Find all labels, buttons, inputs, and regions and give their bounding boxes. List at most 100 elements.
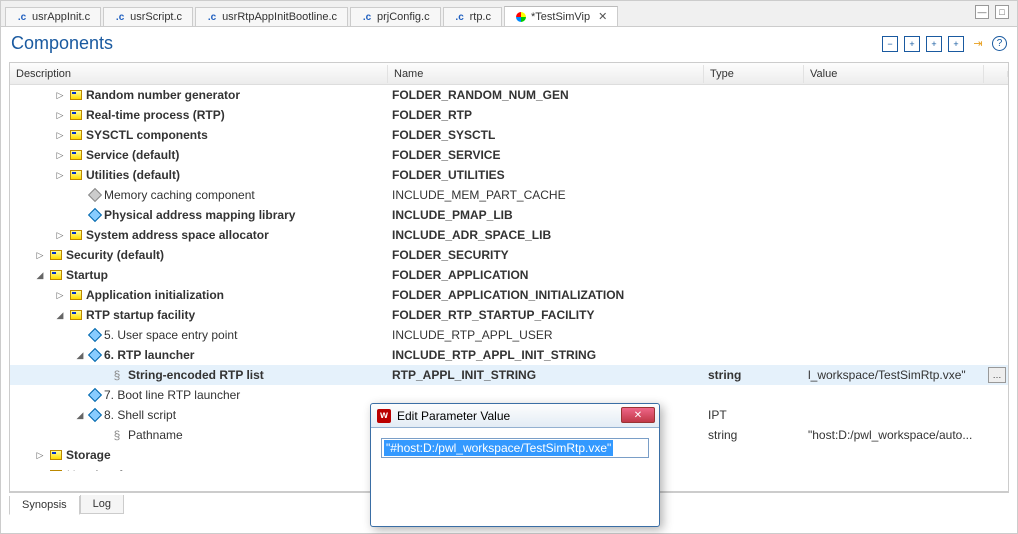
tab-label: rtp.c: [470, 11, 491, 23]
expand-button-1[interactable]: +: [904, 36, 920, 52]
cell-value: [804, 274, 984, 276]
tab-label: usrAppInit.c: [32, 11, 90, 23]
maximize-button[interactable]: □: [995, 5, 1009, 19]
expand-toggle[interactable]: ◢: [34, 270, 46, 281]
expand-button-2[interactable]: +: [926, 36, 942, 52]
row-description-label: Startup: [66, 268, 108, 282]
cell-name: INCLUDE_ADR_SPACE_LIB: [388, 227, 704, 243]
tab-label: usrRtpAppInitBootline.c: [222, 11, 337, 23]
dialog-close-button[interactable]: ✕: [621, 407, 655, 423]
tab-usrrtpappinitbootline[interactable]: .c usrRtpAppInitBootline.c: [195, 7, 348, 26]
expand-toggle[interactable]: ▷: [54, 130, 66, 141]
cell-description: ▷SYSCTL components: [10, 127, 388, 143]
expand-toggle[interactable]: ▷: [54, 230, 66, 241]
expand-toggle[interactable]: ▷: [54, 170, 66, 181]
expand-toggle[interactable]: ▷: [54, 150, 66, 161]
tab-usrscript[interactable]: .c usrScript.c: [103, 7, 193, 26]
expand-toggle[interactable]: ▷: [34, 250, 46, 261]
col-name[interactable]: Name: [388, 65, 704, 83]
parameter-icon: §: [110, 368, 124, 382]
component-icon: [88, 408, 102, 422]
cell-name: FOLDER_RTP_STARTUP_FACILITY: [388, 307, 704, 323]
table-row[interactable]: Physical address mapping libraryINCLUDE_…: [10, 205, 1008, 225]
cell-action: [984, 174, 1008, 176]
filter-button[interactable]: ⇥: [970, 36, 986, 52]
expand-toggle[interactable]: ▷: [54, 290, 66, 301]
table-row[interactable]: ▷ Random number generator FOLDER_RANDOM_NU…: [10, 85, 1008, 105]
cell-description: ◢ Startup: [10, 267, 388, 283]
cell-description: 5. User space entry point: [10, 327, 388, 343]
expand-toggle[interactable]: ◢: [74, 350, 86, 361]
folder-icon: [70, 290, 82, 300]
tab-label: *TestSimVip: [531, 11, 590, 23]
expand-button-3[interactable]: +: [948, 36, 964, 52]
cell-name: FOLDER_SECURITY: [388, 247, 704, 263]
cell-action: [984, 254, 1008, 256]
table-row[interactable]: Memory caching componentINCLUDE_MEM_PART…: [10, 185, 1008, 205]
dialog-titlebar[interactable]: w Edit Parameter Value ✕: [371, 404, 659, 428]
cell-description: ▷Utilities (default): [10, 167, 388, 183]
close-icon[interactable]: ✕: [598, 10, 607, 23]
cell-type: [704, 294, 804, 296]
col-description[interactable]: Description: [10, 65, 388, 83]
expand-toggle[interactable]: ▷: [54, 90, 66, 101]
table-row[interactable]: ▷Application initializationFOLDER_APPLIC…: [10, 285, 1008, 305]
cell-type: [704, 234, 804, 236]
row-description-label: Random number generator: [86, 88, 240, 102]
row-description-label: Physical address mapping library: [104, 208, 295, 222]
table-row[interactable]: ▷Real-time process (RTP)FOLDER_RTP: [10, 105, 1008, 125]
collapse-all-button[interactable]: −: [882, 36, 898, 52]
panel-toolbar: − + + + ⇥ ?: [882, 36, 1007, 52]
expand-toggle[interactable]: ▷: [34, 450, 46, 461]
edit-value-button[interactable]: …: [988, 367, 1006, 383]
help-button[interactable]: ?: [992, 36, 1007, 51]
tab-log[interactable]: Log: [80, 495, 124, 514]
tab-prjconfig[interactable]: .c prjConfig.c: [350, 7, 441, 26]
tab-usrappinit[interactable]: .c usrAppInit.c: [5, 7, 101, 26]
cell-value: [804, 254, 984, 256]
col-value[interactable]: Value: [804, 65, 984, 83]
cell-description: Memory caching component: [10, 187, 388, 203]
table-row[interactable]: ◢6. RTP launcherINCLUDE_RTP_APPL_INIT_ST…: [10, 345, 1008, 365]
parameter-value-input[interactable]: "#host:D:/pwl_workspace/TestSimRtp.vxe": [381, 438, 649, 458]
cell-name: FOLDER_APPLICATION: [388, 267, 704, 283]
cell-value: [804, 334, 984, 336]
cell-description: 7. Boot line RTP launcher: [10, 387, 388, 403]
table-row[interactable]: 7. Boot line RTP launcher: [10, 385, 1008, 405]
table-row[interactable]: ◢ Startup FOLDER_APPLICATION: [10, 265, 1008, 285]
expand-toggle[interactable]: ▷: [54, 110, 66, 121]
table-row[interactable]: §String-encoded RTP listRTP_APPL_INIT_ST…: [10, 365, 1008, 385]
table-row[interactable]: ▷Utilities (default)FOLDER_UTILITIES: [10, 165, 1008, 185]
cell-action: [984, 434, 1008, 436]
minimize-button[interactable]: —: [975, 5, 989, 19]
row-description-label: Service (default): [86, 148, 179, 162]
table-row[interactable]: ▷ Service (default) FOLDER_SERVICE: [10, 145, 1008, 165]
cell-type: [704, 154, 804, 156]
table-row[interactable]: ◢RTP startup facilityFOLDER_RTP_STARTUP_…: [10, 305, 1008, 325]
expand-toggle[interactable]: ◢: [74, 410, 86, 421]
table-row[interactable]: ▷SYSCTL componentsFOLDER_SYSCTL: [10, 125, 1008, 145]
cell-action: …: [984, 366, 1008, 384]
table-row[interactable]: 5. User space entry pointINCLUDE_RTP_APP…: [10, 325, 1008, 345]
cell-description: ▷User interface components: [10, 467, 388, 471]
expand-toggle[interactable]: ▷: [34, 470, 46, 472]
cell-name: FOLDER_RANDOM_NUM_GEN: [388, 87, 704, 103]
col-type[interactable]: Type: [704, 65, 804, 83]
dialog-body: "#host:D:/pwl_workspace/TestSimRtp.vxe": [371, 428, 659, 526]
tab-rtp[interactable]: .c rtp.c: [443, 7, 502, 26]
c-file-icon: .c: [454, 11, 466, 23]
tab-testsimvip[interactable]: *TestSimVip ✕: [504, 6, 618, 26]
cell-value[interactable]: l_workspace/TestSimRtp.vxe": [804, 367, 984, 383]
cell-name: FOLDER_RTP: [388, 107, 704, 123]
cell-action: [984, 314, 1008, 316]
cell-action: [984, 94, 1008, 96]
cell-value[interactable]: "host:D:/pwl_workspace/auto...: [804, 427, 984, 443]
dialog-title: Edit Parameter Value: [397, 409, 510, 423]
expand-toggle[interactable]: ◢: [54, 310, 66, 321]
table-row[interactable]: ▷System address space allocatorINCLUDE_A…: [10, 225, 1008, 245]
component-icon: [88, 388, 102, 402]
cell-name: FOLDER_SERVICE: [388, 147, 704, 163]
table-row[interactable]: ▷Security (default)FOLDER_SECURITY: [10, 245, 1008, 265]
tab-synopsis[interactable]: Synopsis: [9, 496, 80, 515]
cell-description: ▷System address space allocator: [10, 227, 388, 243]
